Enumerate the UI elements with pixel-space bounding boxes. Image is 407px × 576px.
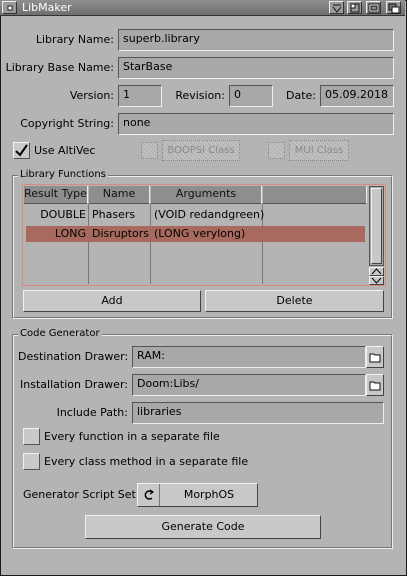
mui-checkbox[interactable] <box>268 142 285 159</box>
column-header-name[interactable]: Name <box>89 186 150 204</box>
zoom-icon[interactable] <box>347 1 362 14</box>
library-name-field[interactable]: superb.library <box>118 29 394 51</box>
table-row[interactable]: DOUBLE Phasers (VOID redandgreen) <box>24 206 366 224</box>
destination-field[interactable]: RAM: <box>132 346 366 368</box>
library-name-label: Library Name: <box>35 33 114 46</box>
column-header-result-type[interactable]: Result Type <box>24 186 88 204</box>
generate-code-button[interactable]: Generate Code <box>85 515 321 539</box>
add-button[interactable]: Add <box>23 290 201 312</box>
column-header-empty <box>263 186 367 204</box>
version-label: Version: <box>69 89 114 102</box>
destination-label: Destination Drawer: <box>18 350 129 363</box>
installation-label: Installation Drawer: <box>20 378 128 391</box>
every-function-label: Every function in a separate file <box>44 430 220 443</box>
include-path-field[interactable]: libraries <box>132 402 384 424</box>
copyright-field[interactable]: none <box>118 113 394 135</box>
script-set-value: MorphOS <box>183 488 235 501</box>
row-arguments: (LONG verylong) <box>154 227 246 240</box>
revision-label: Revision: <box>175 89 225 102</box>
row-name: Disruptors <box>92 227 150 240</box>
library-base-field[interactable]: StarBase <box>118 57 394 79</box>
use-altivec-checkbox[interactable] <box>13 142 30 159</box>
revision-field[interactable]: 0 <box>229 85 273 107</box>
library-functions-legend: Library Functions <box>18 169 108 180</box>
delete-button[interactable]: Delete <box>205 290 384 312</box>
script-set-cycle[interactable]: MorphOS <box>137 483 258 507</box>
window-title: LibMaker <box>22 1 72 14</box>
boopsi-checkbox[interactable] <box>141 142 158 159</box>
column-header-arguments[interactable]: Arguments <box>151 186 262 204</box>
code-generator-legend: Code Generator <box>18 328 102 339</box>
boopsi-class-label: BOOPSI Class <box>162 140 240 161</box>
iconify-icon[interactable] <box>329 1 344 14</box>
date-field[interactable]: 05.09.2018 <box>320 85 394 107</box>
arrow-up-icon[interactable] <box>369 267 384 276</box>
drawer-icon[interactable] <box>366 346 384 368</box>
row-result-type: DOUBLE <box>40 208 86 221</box>
table-row-selected[interactable]: LONG Disruptors (LONG verylong) <box>26 226 365 242</box>
checkmark-icon <box>15 144 28 157</box>
close-icon[interactable] <box>2 1 17 14</box>
drawer-icon[interactable] <box>366 374 384 396</box>
include-path-label: Include Path: <box>56 406 128 419</box>
list-scrollbar[interactable] <box>369 186 384 266</box>
date-label: Date: <box>286 89 316 102</box>
every-function-checkbox[interactable] <box>23 428 40 445</box>
every-class-checkbox[interactable] <box>23 453 40 470</box>
row-result-type: LONG <box>54 227 86 240</box>
row-name: Phasers <box>92 208 136 221</box>
copyright-label: Copyright String: <box>20 117 114 130</box>
script-set-label: Generator Script Set: <box>23 488 140 501</box>
installation-field[interactable]: Doom:Libs/ <box>132 374 366 396</box>
library-base-label: Library Base Name: <box>5 61 114 74</box>
arrow-down-icon[interactable] <box>369 276 384 285</box>
row-arguments: (VOID redandgreen) <box>154 208 265 221</box>
depth-icon[interactable] <box>386 1 401 14</box>
use-altivec-label: Use AltiVec <box>34 144 96 157</box>
every-class-label: Every class method in a separate file <box>44 455 249 468</box>
cycle-icon <box>138 484 160 506</box>
title-bar[interactable]: LibMaker <box>0 0 405 16</box>
snapshot-icon[interactable] <box>366 1 381 14</box>
version-field[interactable]: 1 <box>118 85 162 107</box>
mui-class-label: MUI Class <box>289 140 349 161</box>
scrollbar-knob[interactable] <box>371 188 382 264</box>
